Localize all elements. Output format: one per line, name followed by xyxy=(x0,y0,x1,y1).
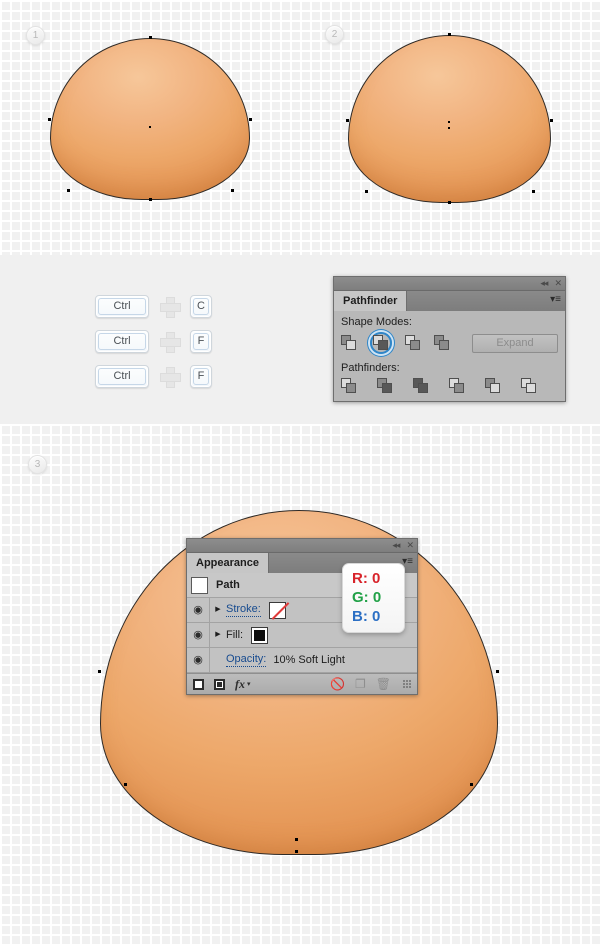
shortcut-row: Ctrl F xyxy=(95,359,212,394)
anchor-point[interactable] xyxy=(448,201,451,204)
shortcut-row: Ctrl F xyxy=(95,324,212,359)
rgb-value-callout: R: 0 G: 0 B: 0 xyxy=(342,563,405,633)
pathfinder-panel[interactable]: ◂◂ ✕ Pathfinder ▾≡ Shape Modes: Expand P… xyxy=(333,276,566,402)
chevron-right-icon[interactable]: ▶ xyxy=(210,623,226,647)
shape-modes-row: Expand xyxy=(341,332,558,354)
key-ctrl[interactable]: Ctrl xyxy=(95,295,149,318)
dome-fill xyxy=(348,35,551,203)
rgb-blue-value: B: 0 xyxy=(352,608,381,625)
shape-center-point xyxy=(149,126,151,128)
pathfinders-label: Pathfinders: xyxy=(341,362,400,374)
divide-icon[interactable] xyxy=(341,378,357,394)
key-f[interactable]: F xyxy=(190,330,212,353)
shape-center-point xyxy=(448,121,450,123)
fill-label: Fill: xyxy=(226,629,244,641)
appearance-row-opacity[interactable]: ◉ Opacity: 10% Soft Light xyxy=(187,648,417,673)
dome-fill xyxy=(50,38,250,200)
anchor-point[interactable] xyxy=(149,198,152,201)
anchor-point[interactable] xyxy=(231,189,234,192)
unite-icon[interactable] xyxy=(341,335,357,351)
shape-modes-label: Shape Modes: xyxy=(341,316,412,328)
anchor-point[interactable] xyxy=(295,838,298,841)
anchor-point[interactable] xyxy=(365,190,368,193)
step-badge-2: 2 xyxy=(325,25,344,44)
key-ctrl[interactable]: Ctrl xyxy=(95,365,149,388)
pathfinder-panel-body: Shape Modes: Expand Pathfinders: xyxy=(334,311,565,401)
minus-front-icon[interactable] xyxy=(373,335,389,351)
anchor-point[interactable] xyxy=(448,33,451,36)
add-effect-icon[interactable]: fx xyxy=(235,677,245,692)
key-c[interactable]: C xyxy=(190,295,212,318)
rgb-green-value: G: 0 xyxy=(352,589,382,606)
close-icon[interactable]: ✕ xyxy=(554,279,561,288)
key-f[interactable]: F xyxy=(190,365,212,388)
opacity-value[interactable]: 10% Soft Light xyxy=(273,654,345,666)
stroke-none-swatch[interactable] xyxy=(268,601,286,619)
collapse-icon[interactable]: ◂◂ xyxy=(392,541,400,550)
shape-center-point xyxy=(448,127,450,129)
delete-item-icon[interactable]: 🗑 xyxy=(376,677,391,691)
minus-front-button-selected[interactable] xyxy=(370,332,392,354)
clear-appearance-icon[interactable]: 🚫 xyxy=(330,677,345,691)
tab-appearance[interactable]: Appearance xyxy=(187,553,269,573)
minus-back-icon[interactable] xyxy=(521,378,537,394)
plus-icon xyxy=(160,297,181,318)
pathfinders-row xyxy=(341,378,558,394)
anchor-point[interactable] xyxy=(550,119,553,122)
anchor-point[interactable] xyxy=(496,670,499,673)
dome-shape-step1[interactable] xyxy=(48,36,252,201)
duplicate-item-icon[interactable]: ❐ xyxy=(355,677,366,691)
panel-tabbar: Pathfinder ▾≡ xyxy=(334,291,565,311)
anchor-point[interactable] xyxy=(295,850,298,853)
exclude-icon[interactable] xyxy=(434,335,450,351)
plus-icon xyxy=(160,367,181,388)
anchor-point[interactable] xyxy=(149,36,152,39)
key-ctrl[interactable]: Ctrl xyxy=(95,330,149,353)
anchor-point[interactable] xyxy=(470,783,473,786)
chevron-down-icon[interactable]: ▾ xyxy=(247,680,251,688)
visibility-eye-icon[interactable]: ◉ xyxy=(187,648,210,672)
anchor-point[interactable] xyxy=(346,119,349,122)
add-new-fill-icon[interactable] xyxy=(214,678,225,690)
visibility-eye-icon[interactable]: ◉ xyxy=(187,623,210,647)
anchor-point[interactable] xyxy=(48,118,51,121)
fill-black-swatch[interactable] xyxy=(251,626,269,644)
close-icon[interactable]: ✕ xyxy=(406,541,413,550)
dome-shape-step2[interactable] xyxy=(346,33,553,204)
plus-icon xyxy=(160,332,181,353)
anchor-point[interactable] xyxy=(98,670,101,673)
visibility-eye-icon[interactable]: ◉ xyxy=(187,598,210,622)
opacity-label[interactable]: Opacity: xyxy=(226,653,267,667)
merge-icon[interactable] xyxy=(413,378,429,394)
panel-titlebar: ◂◂ ✕ xyxy=(334,277,565,291)
panel-titlebar: ◂◂ ✕ xyxy=(187,539,417,553)
chevron-right-icon[interactable]: ▶ xyxy=(210,598,226,622)
anchor-point[interactable] xyxy=(249,118,252,121)
stroke-label[interactable]: Stroke: xyxy=(226,603,261,617)
keyboard-shortcut-list: Ctrl C Ctrl F Ctrl F xyxy=(95,289,212,394)
outline-icon[interactable] xyxy=(485,378,501,394)
collapse-icon[interactable]: ◂◂ xyxy=(540,279,548,288)
rgb-red-value: R: 0 xyxy=(352,570,381,587)
shortcut-row: Ctrl C xyxy=(95,289,212,324)
anchor-point[interactable] xyxy=(532,190,535,193)
appearance-target-label: Path xyxy=(216,579,240,591)
resize-grip[interactable] xyxy=(403,680,411,688)
step-badge-3: 3 xyxy=(28,455,47,474)
anchor-point[interactable] xyxy=(124,783,127,786)
add-new-stroke-icon[interactable] xyxy=(193,678,204,690)
anchor-point[interactable] xyxy=(67,189,70,192)
trim-icon[interactable] xyxy=(377,378,393,394)
intersect-icon[interactable] xyxy=(405,335,421,351)
step-badge-1: 1 xyxy=(26,26,45,45)
crop-icon[interactable] xyxy=(449,378,465,394)
appearance-panel-footer: fx ▾ 🚫 ❐ 🗑 xyxy=(187,673,417,694)
tab-pathfinder[interactable]: Pathfinder xyxy=(334,291,408,311)
panel-menu-icon[interactable]: ▾≡ xyxy=(550,295,561,305)
path-thumbnail[interactable] xyxy=(191,576,208,594)
expand-button[interactable]: Expand xyxy=(472,333,558,353)
